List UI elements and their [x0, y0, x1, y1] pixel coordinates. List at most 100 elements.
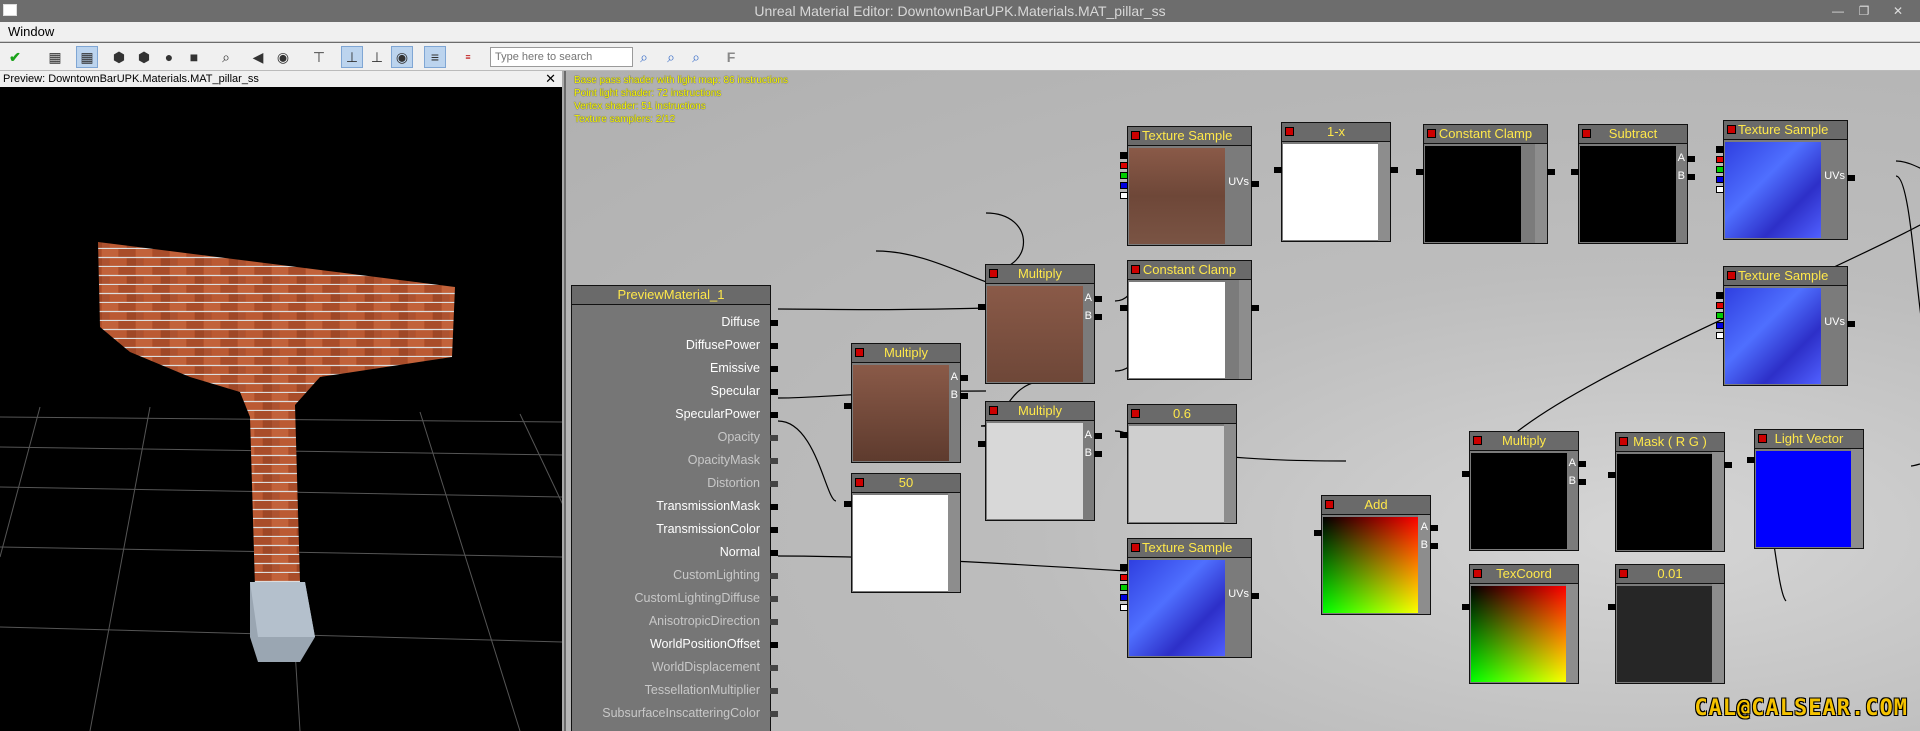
input-pin-b[interactable]	[1430, 543, 1438, 549]
input-pin[interactable]	[1724, 462, 1732, 468]
input-pin-b[interactable]	[1578, 479, 1586, 485]
output-pin[interactable]	[978, 304, 986, 310]
material-graph[interactable]: Base pass shader with light map: 86 inst…	[566, 71, 1920, 731]
pin-emissive[interactable]	[770, 366, 778, 372]
pin-transmission-mask[interactable]	[770, 504, 778, 510]
preview-material-node[interactable]: PreviewMaterial_1 Diffuse DiffusePower E…	[571, 285, 778, 731]
one-minus-node[interactable]: 1-x	[1274, 122, 1398, 242]
search-preview-icon[interactable]: ⌕	[215, 46, 237, 68]
preview-toggle-icon[interactable]	[1131, 543, 1140, 552]
pin-specular-power[interactable]	[770, 412, 778, 418]
texture-sample-node[interactable]: Texture Sample UVs	[1120, 126, 1259, 246]
preview-toggle-icon[interactable]	[855, 348, 864, 357]
texture-sample-node[interactable]: Texture Sample UVs	[1716, 266, 1855, 386]
preview-toggle-icon[interactable]	[1131, 265, 1140, 274]
cube-icon[interactable]: ⬢	[133, 46, 155, 68]
preview-toggle-icon[interactable]	[1582, 129, 1591, 138]
input-pin-a[interactable]	[1094, 433, 1102, 439]
minimize-icon[interactable]: —	[1826, 0, 1850, 22]
search-prev-icon[interactable]: ⌕	[660, 46, 682, 68]
go-back-icon[interactable]: ◀	[247, 46, 269, 68]
output-pin[interactable]	[1847, 175, 1855, 181]
pin-custom-lighting[interactable]	[770, 573, 778, 579]
search-input[interactable]	[490, 47, 633, 67]
rgba-pins[interactable]	[1120, 152, 1128, 202]
texture-sample-node[interactable]: Texture Sample UVs	[1120, 538, 1259, 658]
preview-toggle-icon[interactable]	[989, 269, 998, 278]
preview-toggle-icon[interactable]	[855, 478, 864, 487]
search-go-icon[interactable]: ⌕	[633, 46, 655, 68]
pin-world-displacement[interactable]	[770, 665, 778, 671]
pin-diffuse-power[interactable]	[770, 343, 778, 349]
output-pin[interactable]	[1747, 457, 1755, 463]
hlsl-icon[interactable]: ≡	[457, 46, 479, 68]
output-pin[interactable]	[1687, 156, 1695, 162]
pin-world-position-offset[interactable]	[770, 642, 778, 648]
multiply-node[interactable]: Multiply AB	[844, 343, 968, 463]
preview-toggle-icon[interactable]	[1619, 569, 1628, 578]
output-pin[interactable]	[1120, 432, 1128, 438]
multiply-node[interactable]: Multiply AB	[1462, 431, 1586, 551]
find-button[interactable]: F	[720, 46, 742, 68]
input-pin-a[interactable]	[960, 375, 968, 381]
preview-toggle-icon[interactable]	[1473, 436, 1482, 445]
preview-toggle-icon[interactable]	[1427, 129, 1436, 138]
apply-check-icon[interactable]: ✔	[4, 46, 26, 68]
output-pin[interactable]	[1547, 169, 1555, 175]
output-pin[interactable]	[1251, 305, 1259, 311]
input-pin-b[interactable]	[960, 393, 968, 399]
multiply-node[interactable]: Multiply AB	[978, 264, 1102, 384]
close-preview-icon[interactable]: ✕	[545, 71, 556, 87]
preview-toggle-icon[interactable]	[1131, 409, 1140, 418]
toggle-connectors-icon[interactable]: ⊥	[341, 46, 363, 68]
plane-icon[interactable]: ■	[183, 46, 205, 68]
pin-tessellation-multiplier[interactable]	[770, 688, 778, 694]
multiply-node[interactable]: Multiply AB	[978, 401, 1102, 521]
pin-transmission-color[interactable]	[770, 527, 778, 533]
output-pin[interactable]	[1608, 472, 1616, 478]
input-pin-b[interactable]	[1094, 451, 1102, 457]
constant-clamp-node[interactable]: Constant Clamp	[1416, 124, 1555, 244]
cylinder-icon[interactable]: ⬢	[108, 46, 130, 68]
pin-diffuse[interactable]	[770, 320, 778, 326]
pin-normal[interactable]	[770, 550, 778, 556]
pin-subsurface-inscattering-color[interactable]	[770, 711, 778, 717]
preview-toggle-icon[interactable]	[1727, 125, 1736, 134]
preview-toggle-icon[interactable]	[1285, 127, 1294, 136]
realtime-icon[interactable]: ⊤	[308, 46, 330, 68]
output-pin[interactable]	[1687, 174, 1695, 180]
preview-toggle-icon[interactable]	[1473, 569, 1482, 578]
input-pin-a[interactable]	[1578, 461, 1586, 467]
output-pin[interactable]	[1390, 167, 1398, 173]
preview-toggle-icon[interactable]	[1131, 131, 1140, 140]
close-icon[interactable]: ✕	[1886, 0, 1910, 22]
subtract-node[interactable]: Subtract AB	[1571, 124, 1695, 244]
light-vector-node[interactable]: Light Vector	[1747, 429, 1864, 549]
output-pin[interactable]	[844, 403, 852, 409]
constant-node[interactable]: 50	[844, 473, 961, 593]
output-pin[interactable]	[844, 501, 852, 507]
rgba-pins[interactable]	[1716, 146, 1724, 196]
pin-opacity-mask[interactable]	[770, 458, 778, 464]
texcoord-node[interactable]: TexCoord	[1462, 564, 1579, 684]
input-pin-a[interactable]	[1430, 525, 1438, 531]
output-pin[interactable]	[1314, 530, 1322, 536]
grid-icon[interactable]: ▦	[76, 46, 98, 68]
preview-toggle-icon[interactable]	[1325, 500, 1334, 509]
maximize-icon[interactable]: ❐	[1852, 0, 1876, 22]
constant-clamp-node[interactable]: Constant Clamp	[1120, 260, 1259, 380]
toggle-collapsed-icon[interactable]: ⊥	[366, 46, 388, 68]
input-pin-a[interactable]	[1094, 296, 1102, 302]
output-pin[interactable]	[978, 441, 986, 447]
add-node[interactable]: Add AB	[1314, 495, 1438, 615]
menu-window[interactable]: Window	[8, 24, 54, 39]
constant-node[interactable]: 0.6	[1120, 404, 1237, 524]
output-pin[interactable]	[1608, 604, 1616, 610]
preview-toggle-icon[interactable]	[1758, 434, 1767, 443]
preview-viewport[interactable]	[0, 87, 564, 731]
input-pin[interactable]	[1416, 169, 1424, 175]
live-preview-icon[interactable]: ◉	[391, 46, 413, 68]
material-properties-icon[interactable]: ▦	[44, 46, 66, 68]
stats-icon[interactable]: ≡	[424, 46, 446, 68]
rgba-pins[interactable]	[1716, 292, 1724, 342]
